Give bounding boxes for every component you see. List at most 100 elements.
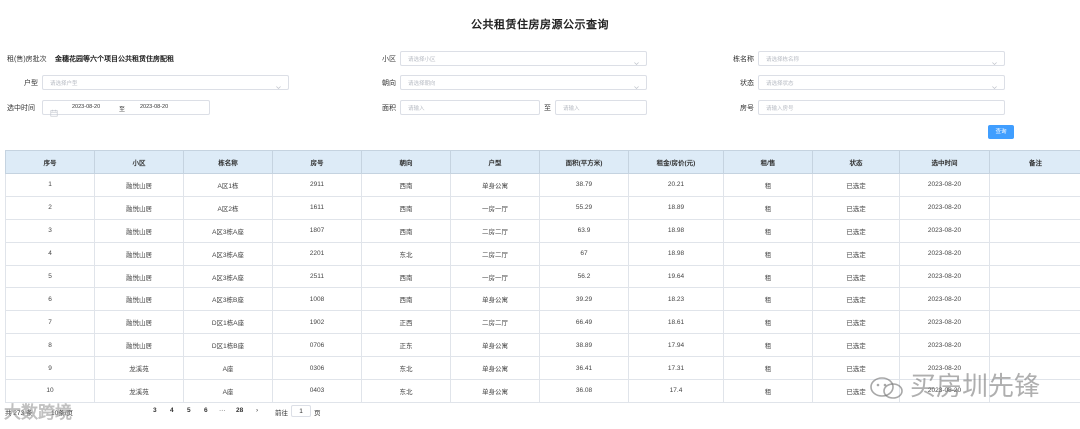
table-cell: 18.98 xyxy=(628,218,724,243)
column-header: 租/售 xyxy=(723,150,813,174)
table-cell: 租 xyxy=(723,356,813,381)
table-cell: 1 xyxy=(5,173,95,197)
area-max-input[interactable]: 请输入 xyxy=(555,100,647,115)
page-3-button[interactable]: 3 xyxy=(153,407,157,414)
table-cell: 租 xyxy=(723,218,813,243)
table-row: 6 融悦山居 A区3栋B座 1008 西南 单身公寓 39.29 18.23 租已选定 2023-… xyxy=(5,287,1080,312)
table-cell: D区1栋A座 xyxy=(183,310,273,335)
table-cell: 2023-08-20 xyxy=(899,173,990,197)
building-select[interactable]: 请选择栋名称 xyxy=(758,51,1005,66)
table-cell: 龙溪苑 xyxy=(94,356,184,381)
table-cell: 租 xyxy=(723,264,813,289)
table-cell: 单身公寓 xyxy=(450,333,540,358)
room-input[interactable]: 请输入房号 xyxy=(758,100,1005,115)
page-6-button[interactable]: 6 xyxy=(204,407,208,414)
table-cell: 0403 xyxy=(272,379,362,403)
goto-page-input[interactable]: 1 xyxy=(291,405,311,417)
table-cell: 2023-08-20 xyxy=(899,333,990,358)
area-min-input[interactable]: 请输入 xyxy=(400,100,540,115)
table-cell: 63.9 xyxy=(539,218,629,243)
table-cell: 56.2 xyxy=(539,264,629,289)
table-cell: 2023-08-20 xyxy=(899,310,990,335)
table-cell: 融悦山居 xyxy=(94,287,184,312)
watermark-left-text: 大数跨境 xyxy=(4,403,72,422)
status-select[interactable]: 请选择状态 xyxy=(758,75,1005,90)
table-cell: 东北 xyxy=(361,356,451,381)
area-separator: 至 xyxy=(544,105,551,112)
column-header: 朝向 xyxy=(361,150,451,174)
table-cell: A区2栋 xyxy=(183,195,273,220)
table-row: 7 融悦山居 D区1栋A座 1902 正西 二房二厅 66.49 18.61 租已选定 2023-… xyxy=(5,310,1080,335)
area-label: 面积 xyxy=(382,105,396,112)
table-cell: 西南 xyxy=(361,264,451,289)
chevron-down-icon xyxy=(991,54,998,66)
table-cell: A区3栋A座 xyxy=(183,241,273,266)
table-row: 1 融悦山居 A区1栋 2911 西南 单身公寓 38.79 20.21 租已选定 2023-08… xyxy=(5,173,1080,197)
table-cell: 融悦山居 xyxy=(94,218,184,243)
table-cell: D区1栋B座 xyxy=(183,333,273,358)
table-cell: 东北 xyxy=(361,379,451,403)
batch-value: 金穗花园等六个项目公共租赁住房配租 xyxy=(55,56,174,63)
table-cell: 单身公寓 xyxy=(450,356,540,381)
table-cell: A区3栋B座 xyxy=(183,287,273,312)
table-cell: 2511 xyxy=(272,264,362,289)
next-page-button[interactable]: › xyxy=(256,407,258,414)
pagination-ellipsis[interactable]: ··· xyxy=(219,407,226,414)
table-cell: 租 xyxy=(723,173,813,197)
watermark-left: 大数跨境 xyxy=(4,398,72,423)
table-cell: 租 xyxy=(723,379,813,403)
table-cell: 8 xyxy=(5,333,95,358)
column-header: 状态 xyxy=(812,150,900,174)
table-cell: 18.89 xyxy=(628,195,724,220)
table-cell: 2911 xyxy=(272,173,362,197)
table-cell: 1611 xyxy=(272,195,362,220)
table-cell: 2023-08-20 xyxy=(899,241,990,266)
table-cell: 2201 xyxy=(272,241,362,266)
table-cell: 融悦山居 xyxy=(94,333,184,358)
chevron-down-icon xyxy=(633,54,640,66)
type-select[interactable]: 请选择户型 xyxy=(42,75,289,90)
table-cell: 1902 xyxy=(272,310,362,335)
table-cell: A座 xyxy=(183,356,273,381)
community-select[interactable]: 请选择小区 xyxy=(400,51,647,66)
search-button[interactable]: 查询 xyxy=(988,125,1014,139)
table-cell: 一房一厅 xyxy=(450,264,540,289)
table-cell xyxy=(989,195,1080,220)
table-cell: 17.31 xyxy=(628,356,724,381)
table-cell: 5 xyxy=(5,264,95,289)
table-cell xyxy=(989,264,1080,289)
table-cell: 融悦山居 xyxy=(94,241,184,266)
table-cell: 租 xyxy=(723,333,813,358)
building-label: 栋名称 xyxy=(733,56,754,63)
table-cell: 租 xyxy=(723,310,813,335)
date-start: 2023-08-20 xyxy=(72,104,101,110)
table-cell: 0306 xyxy=(272,356,362,381)
table-cell: A区3栋A座 xyxy=(183,218,273,243)
page-5-button[interactable]: 5 xyxy=(187,407,191,414)
table-row: 3 融悦山居 A区3栋A座 1807 西南 二房二厅 63.9 18.98 租已选定 2023-0… xyxy=(5,218,1080,243)
table-cell: 20.21 xyxy=(628,173,724,197)
table-cell: 1807 xyxy=(272,218,362,243)
table-cell: 西南 xyxy=(361,218,451,243)
table-cell: 融悦山居 xyxy=(94,310,184,335)
community-label: 小区 xyxy=(382,56,396,63)
orientation-select[interactable]: 请选择朝向 xyxy=(400,75,647,90)
batch-label: 租(售)房批次 xyxy=(7,56,47,63)
table-row: 2 融悦山居 A区2栋 1611 西南 一房一厅 55.29 18.89 租已选定 2023-08… xyxy=(5,195,1080,220)
watermark-right-text: 买房圳先锋 xyxy=(910,371,1041,401)
table-cell: 融悦山居 xyxy=(94,264,184,289)
table-cell xyxy=(989,218,1080,243)
date-range-picker[interactable]: 2023-08-20 至 2023-08-20 xyxy=(42,100,210,117)
table-header-row: 序号 小区 栋名称 房号 朝向 户型 面积(平方米) 租金/房价(元) 租/售 状态 选中时间 备注 xyxy=(5,150,1080,174)
table-cell: 6 xyxy=(5,287,95,312)
table-cell: 7 xyxy=(5,310,95,335)
column-header: 面积(平方米) xyxy=(539,150,629,174)
page-28-button[interactable]: 28 xyxy=(236,407,243,414)
table-cell: 18.23 xyxy=(628,287,724,312)
table-cell: 17.4 xyxy=(628,379,724,403)
status-label: 状态 xyxy=(740,80,754,87)
table-cell: 36.41 xyxy=(539,356,629,381)
chevron-down-icon xyxy=(633,78,640,90)
page-4-button[interactable]: 4 xyxy=(170,407,174,414)
table-cell: 租 xyxy=(723,241,813,266)
